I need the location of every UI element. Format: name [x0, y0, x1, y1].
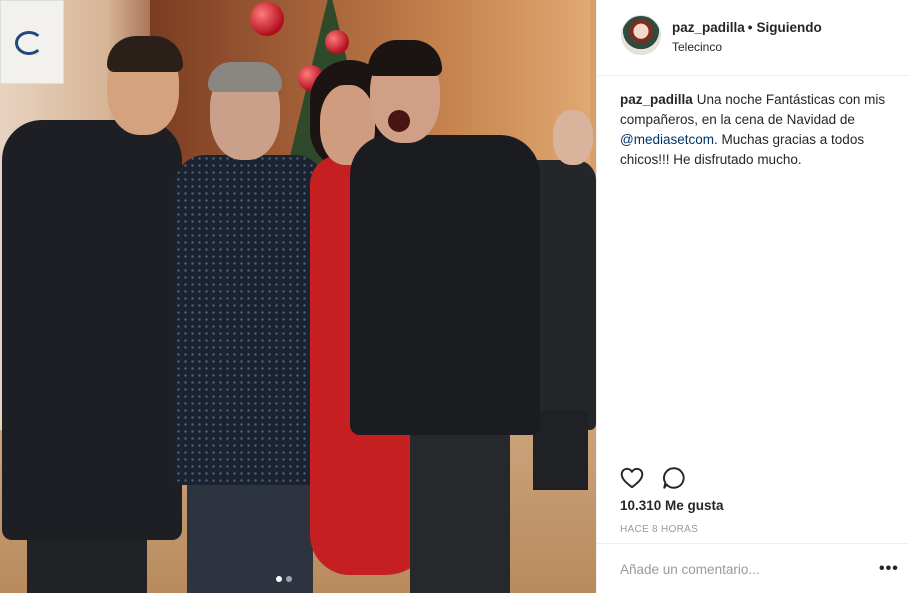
ornament [250, 2, 284, 36]
post-header: paz_padilla • Siguiendo Telecinco [597, 0, 909, 76]
instagram-post: paz_padilla • Siguiendo Telecinco paz_padi… [0, 0, 909, 593]
more-options-icon[interactable]: ••• [879, 561, 899, 577]
post-caption: paz_padilla Una noche Fantásticas con mis… [620, 90, 892, 170]
person-left [2, 36, 183, 593]
mention-link[interactable]: @mediasetcom [620, 132, 714, 147]
location-link[interactable]: Telecinco [672, 40, 722, 54]
separator: • [747, 20, 753, 35]
post-photo[interactable] [0, 0, 596, 593]
follow-status-button[interactable]: Siguiendo [757, 20, 822, 35]
avatar[interactable] [621, 15, 661, 55]
user-line: paz_padilla • Siguiendo [672, 20, 822, 35]
carousel-indicator [276, 576, 292, 582]
action-bar [619, 465, 687, 491]
comment-bar: ••• [597, 543, 909, 593]
comment-input[interactable] [620, 562, 860, 577]
carousel-dot-active[interactable] [276, 576, 282, 582]
likes-count[interactable]: 10.310 Me gusta [620, 498, 724, 513]
comment-bubble-icon[interactable] [661, 465, 687, 491]
caption-author-link[interactable]: paz_padilla [620, 92, 693, 107]
carousel-dot[interactable] [286, 576, 292, 582]
person-center-left [175, 62, 325, 593]
person-right [330, 40, 540, 593]
post-timestamp[interactable]: HACE 8 HORAS [620, 524, 698, 535]
username-link[interactable]: paz_padilla [672, 20, 745, 35]
heart-icon[interactable] [619, 465, 645, 491]
post-sidebar: paz_padilla • Siguiendo Telecinco paz_padi… [596, 0, 909, 593]
